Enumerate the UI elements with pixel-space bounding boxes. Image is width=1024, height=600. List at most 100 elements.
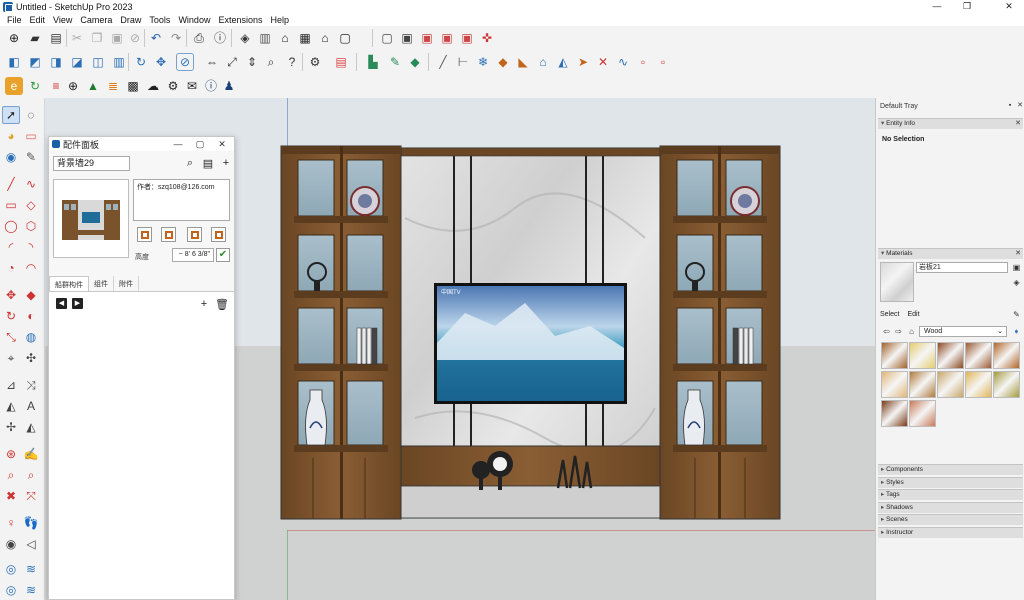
arrow-tool-icon[interactable]: ➤ [574,53,592,71]
wood-swatch-8[interactable] [937,371,964,398]
3d-text-icon[interactable]: A [22,397,40,415]
material-library-select[interactable]: Wood ⌄ [919,326,1007,337]
orbit-tool-icon[interactable]: ◉ [2,148,20,166]
follow-me-icon[interactable]: ◐ [22,307,40,325]
section-plane-icon[interactable]: ▙ [364,53,382,71]
style-3-icon[interactable]: ▣ [418,29,436,47]
tape-icon[interactable]: ✎ [22,148,40,166]
plugin-e-icon[interactable]: e [5,77,23,95]
wood-swatch-11[interactable] [881,400,908,427]
top-view-icon[interactable]: ◩ [26,53,44,71]
line-tool-icon[interactable]: ╱ [2,175,20,193]
entity-info-close-icon[interactable]: ✕ [1014,120,1022,128]
author-info-box[interactable]: 作者：szq108@126.com [133,179,230,221]
back-arrow-icon[interactable]: ⇦ [882,327,891,336]
style-4-icon[interactable]: ▣ [438,29,456,47]
menu-extensions[interactable]: Extensions [214,15,266,25]
house-icon[interactable]: ⌂ [276,29,294,47]
eyedropper-icon[interactable]: ✎ [1012,310,1021,319]
ruler-icon[interactable]: ◭ [554,53,572,71]
push-pull-icon[interactable]: ⇕ [243,53,261,71]
instructor-section[interactable]: Instructor [878,527,1023,538]
shadows-section[interactable]: Shadows [878,502,1023,513]
left-view-icon[interactable]: ▥ [110,53,128,71]
next-button[interactable]: ▶ [72,298,83,309]
new-file-icon[interactable]: ⊕ [5,29,23,47]
open-file-icon[interactable]: ▰ [26,29,44,47]
select-tool-icon[interactable]: ➚ [2,106,20,124]
user-icon[interactable]: ♟ [220,77,238,95]
scale-icon[interactable]: ⤢ [223,53,241,71]
wood-swatch-5[interactable] [993,342,1020,369]
paint-icon[interactable]: ✎ [386,53,404,71]
iso-view-icon[interactable]: ◧ [5,53,23,71]
text-tool-icon[interactable]: ◭ [2,397,20,415]
align-right-button[interactable] [211,227,226,242]
details-arrow-icon[interactable]: ➧ [1012,327,1021,336]
style-1-icon[interactable]: ▢ [378,29,396,47]
print-icon[interactable]: ⎙ [190,29,208,47]
wood-swatch-9[interactable] [965,371,992,398]
walk-icon[interactable]: ⊛ [2,445,20,463]
zoom-extents-icon[interactable]: ✖ [2,487,20,505]
tab-select[interactable]: Select [880,311,899,318]
scale-tool-icon[interactable]: ⤡ [2,328,20,346]
model-info-icon[interactable]: ⓘ [211,29,229,47]
paint-material-icon[interactable]: ◈ [1012,278,1021,287]
wood-swatch-4[interactable] [965,342,992,369]
rotate-tool-icon[interactable]: ↻ [2,307,20,325]
back-view-icon[interactable]: ◫ [89,53,107,71]
wood-swatch-6[interactable] [881,371,908,398]
push-pull-tool-icon[interactable]: ◆ [22,286,40,304]
zoom-icon[interactable]: ⌕ [262,53,280,71]
dimension-tool-icon[interactable]: ✣ [22,349,40,367]
component-icon[interactable]: ◈ [236,29,254,47]
copy-icon[interactable]: ❐ [88,29,106,47]
freehand-icon[interactable]: ∿ [22,175,40,193]
menu-tools[interactable]: Tools [145,15,174,25]
menu-edit[interactable]: Edit [26,15,50,25]
pencil-icon[interactable]: ╱ [434,53,452,71]
component-outline-icon[interactable]: ▢ [336,29,354,47]
arc3-tool-icon[interactable]: ◠ [22,259,40,277]
wood-swatch-2[interactable] [909,342,936,369]
forward-arrow-icon[interactable]: ⇨ [894,327,903,336]
components-section[interactable]: Components [878,464,1023,475]
help-icon[interactable]: ? [283,53,301,71]
list-icon[interactable]: ≡ [47,77,65,95]
menu-file[interactable]: File [3,15,26,25]
section-tool-icon[interactable]: ◭ [22,418,40,436]
wave-icon[interactable]: ∿ [614,53,632,71]
materials-section[interactable]: Materials [878,248,1023,259]
style-2-icon[interactable]: ▣ [398,29,416,47]
stamp-icon[interactable]: ◎ [2,581,20,599]
material-preview[interactable] [880,262,914,302]
rotated-rect-icon[interactable]: ◇ [22,196,40,214]
save-icon[interactable]: ▤ [47,29,65,47]
erase-icon[interactable]: ⊘ [126,29,144,47]
menu-help[interactable]: Help [266,15,293,25]
drape-icon[interactable]: ≋ [22,581,40,599]
styles-section[interactable]: Styles [878,477,1023,488]
arc-tool-icon[interactable]: ◜ [2,238,20,256]
tab-edit[interactable]: Edit [907,311,919,318]
zoom-tool-icon[interactable]: ⌕ [2,466,20,484]
eraser-icon[interactable]: ▭ [22,127,40,145]
wood-swatch-12[interactable] [909,400,936,427]
smoove-icon[interactable]: ≋ [22,560,40,578]
previous-view-icon[interactable]: ⤧ [22,487,40,505]
look-around-icon[interactable]: ✍ [22,445,40,463]
home-outline-icon[interactable]: ⌂ [316,29,334,47]
cut-icon[interactable]: ✂ [68,29,86,47]
refresh-icon[interactable]: ↻ [26,77,44,95]
diamond-icon[interactable]: ◆ [406,53,424,71]
tab-components[interactable]: 船群构件 [49,276,89,291]
paste-icon[interactable]: ▣ [108,29,126,47]
home-icon[interactable]: ⌂ [907,327,916,336]
create-material-icon[interactable]: ▣ [1012,263,1021,272]
front-view-icon[interactable]: ◨ [47,53,65,71]
polygon-tool-icon[interactable]: ⬡ [22,217,40,235]
maximize-button[interactable]: ❐ [952,0,982,13]
layers-icon[interactable]: ≣ [104,77,122,95]
sandbox-icon[interactable]: ❄ [474,53,492,71]
